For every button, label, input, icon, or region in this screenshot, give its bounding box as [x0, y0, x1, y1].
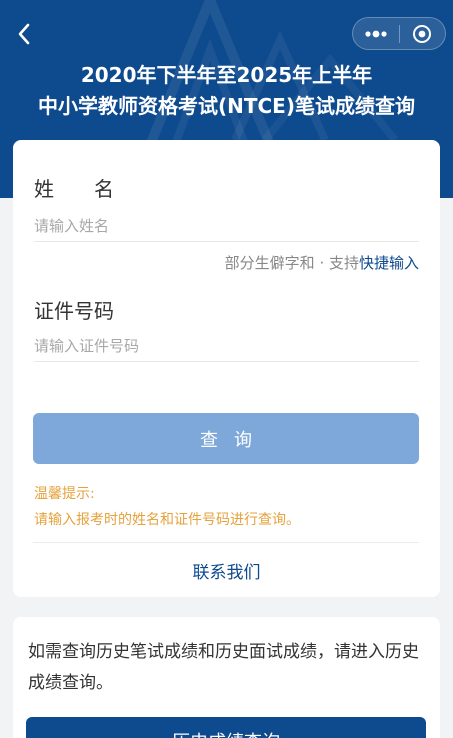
name-label: 姓 名 [34, 177, 114, 201]
back-button[interactable] [10, 20, 38, 48]
query-form-card: 姓 名 部分生僻字和 · 支持快捷输入 证件号码 查询 温馨提示: 请输入报考时… [13, 140, 440, 597]
more-dots-icon [365, 30, 387, 37]
history-description: 如需查询历史笔试成绩和历史面试成绩，请进入历史成绩查询。 [28, 642, 419, 693]
name-input[interactable] [34, 210, 419, 242]
divider [33, 542, 419, 543]
page-title-line2: 中小学教师资格考试(NTCE)笔试成绩查询 [37, 94, 415, 118]
chevron-left-icon [18, 23, 30, 45]
close-miniprogram-button[interactable] [399, 18, 445, 49]
miniprogram-capsule [352, 17, 446, 50]
tip-title: 温馨提示: [34, 486, 95, 502]
history-query-button[interactable]: 历史成绩查询 [26, 717, 426, 738]
target-circle-icon [413, 24, 432, 43]
id-number-label: 证件号码 [34, 299, 114, 323]
id-number-input[interactable] [34, 330, 419, 362]
history-card: 如需查询历史笔试成绩和历史面试成绩，请进入历史成绩查询。 历史成绩查询 [13, 617, 440, 738]
hint-text: 部分生僻字和 · 支持 [224, 254, 359, 272]
page-title-line1: 2020年下半年至2025年上半年 [80, 63, 373, 87]
tip-text: 请输入报考时的姓名和证件号码进行查询。 [34, 512, 300, 528]
query-button[interactable]: 查询 [33, 413, 419, 464]
contact-us-link[interactable]: 联系我们 [13, 558, 440, 583]
rare-character-hint: 部分生僻字和 · 支持快捷输入 [225, 252, 419, 273]
page-title: 2020年下半年至2025年上半年 中小学教师资格考试(NTCE)笔试成绩查询 [0, 60, 453, 122]
quick-input-link[interactable]: 快捷输入 [359, 254, 419, 272]
more-button[interactable] [353, 18, 399, 49]
